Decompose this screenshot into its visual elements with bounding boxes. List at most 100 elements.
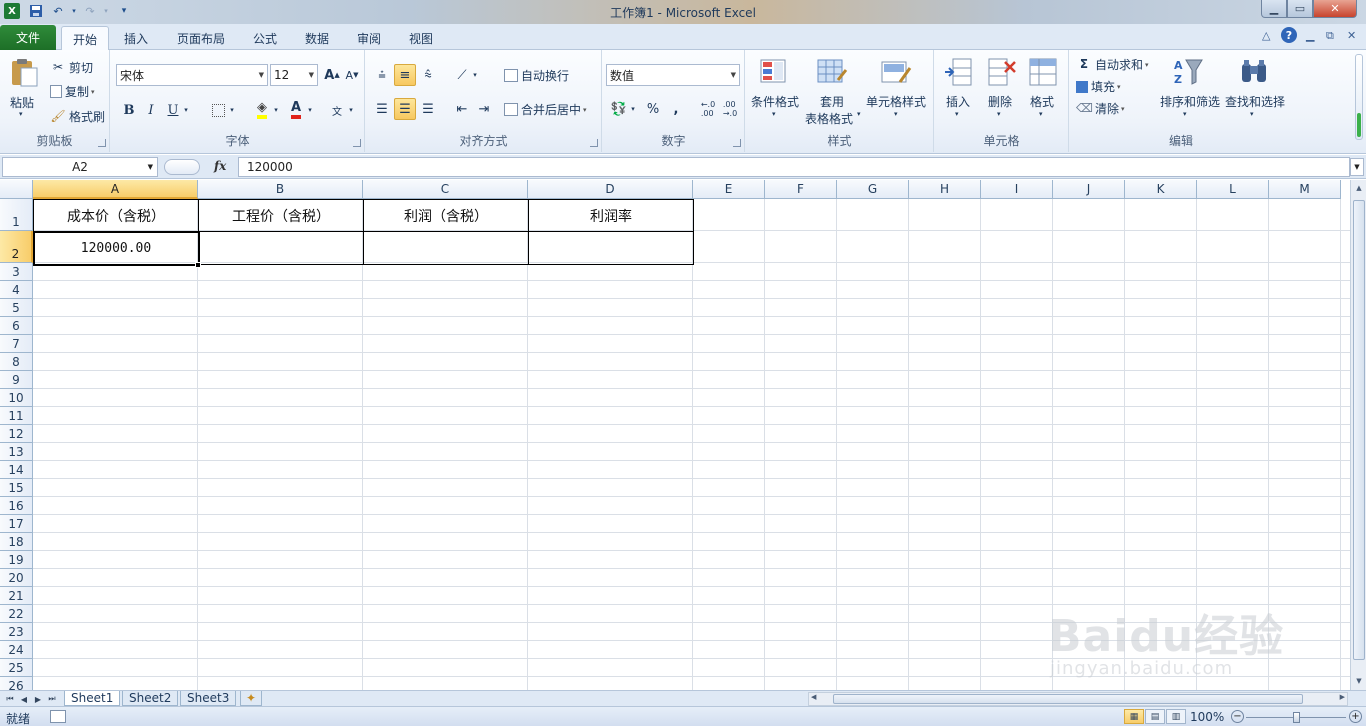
fill-button[interactable]: 填充 ▾ [1076,78,1121,95]
sheet-tab-sheet1[interactable]: Sheet1 [64,691,121,706]
tab-formulas[interactable]: 公式 [242,26,288,50]
font-color-dropdown-icon[interactable]: ▾ [305,99,315,121]
number-format-combo[interactable]: 数值 ▼ [606,64,740,86]
format-as-table-dropdown-icon[interactable]: ▾ [857,110,861,118]
column-header-K[interactable]: K [1125,180,1197,199]
row-header-10[interactable]: 10 [0,389,33,407]
conditional-format-dropdown-icon[interactable]: ▾ [772,110,776,118]
orientation-dropdown-icon[interactable]: ▾ [470,64,480,86]
accounting-dropdown-icon[interactable]: ▾ [628,98,638,120]
scroll-up-icon[interactable]: ▲ [1352,181,1366,195]
minimize-button[interactable]: ▁ [1261,0,1287,18]
row-header-16[interactable]: 16 [0,497,33,515]
cell-D1[interactable]: 利润率 [529,200,693,232]
cell-styles-dropdown-icon[interactable]: ▾ [894,110,898,118]
page-layout-view-icon[interactable]: ▤ [1145,709,1165,724]
cut-button[interactable]: ✂ 剪切 [50,59,93,76]
horizontal-scrollbar[interactable]: ◀ ▶ [808,692,1348,706]
grow-font-icon[interactable]: A ▲ [321,64,343,86]
paste-icon[interactable] [8,56,40,88]
format-button[interactable]: 格式 [1030,93,1054,110]
row-header-23[interactable]: 23 [0,623,33,641]
row-header-26[interactable]: 26 [0,677,33,690]
delete-cells-icon[interactable] [985,56,1017,88]
alignment-launcher-icon[interactable] [590,139,598,147]
name-box[interactable]: A2 ▼ [2,157,158,177]
decrease-indent-icon[interactable]: ⇤ [451,98,473,120]
window-restore-icon[interactable]: ⧉ [1326,29,1334,43]
scroll-left-icon[interactable]: ◀ [811,693,816,701]
percent-style-button[interactable]: % [642,98,664,120]
row-header-9[interactable]: 9 [0,371,33,389]
row-header-24[interactable]: 24 [0,641,33,659]
comma-style-button[interactable]: , [665,98,687,120]
column-header-I[interactable]: I [981,180,1053,199]
column-header-J[interactable]: J [1053,180,1125,199]
tab-page-layout[interactable]: 页面布局 [166,26,236,50]
insert-button[interactable]: 插入 [946,93,970,110]
delete-dropdown-icon[interactable]: ▾ [997,110,1001,118]
phonetic-dropdown-icon[interactable]: ▾ [346,99,356,121]
page-break-view-icon[interactable]: ▥ [1166,709,1186,724]
column-header-C[interactable]: C [363,180,528,199]
sort-filter-dropdown-icon[interactable]: ▾ [1183,110,1187,118]
column-header-L[interactable]: L [1197,180,1269,199]
column-header-B[interactable]: B [198,180,363,199]
insert-cells-icon[interactable] [943,56,975,88]
insert-dropdown-icon[interactable]: ▾ [955,110,959,118]
column-header-M[interactable]: M [1269,180,1341,199]
format-painter-button[interactable]: 🖌 格式刷 [50,108,105,125]
row-header-11[interactable]: 11 [0,407,33,425]
row-header-5[interactable]: 5 [0,299,33,317]
format-cells-icon[interactable] [1027,56,1059,88]
accounting-format-icon[interactable]: 💱 [608,98,630,120]
format-as-table-button[interactable]: 套用 [820,93,844,110]
row-header-13[interactable]: 13 [0,443,33,461]
sort-filter-button[interactable]: 排序和筛选 [1160,93,1220,110]
normal-view-icon[interactable]: ▦ [1124,709,1144,724]
insert-sheet-icon[interactable]: ✦ [240,691,263,706]
sheet-tab-sheet2[interactable]: Sheet2 [122,691,179,706]
tab-data[interactable]: 数据 [294,26,340,50]
help-icon[interactable]: ? [1281,27,1297,43]
increase-decimal-icon[interactable]: ←.0.00 [697,98,719,120]
align-center-icon[interactable]: ☰ [394,98,416,120]
row-header-19[interactable]: 19 [0,551,33,569]
row-header-20[interactable]: 20 [0,569,33,587]
paste-button[interactable]: 粘贴 [10,94,34,111]
row-header-4[interactable]: 4 [0,281,33,299]
fill-color-icon[interactable]: ◈ [251,99,273,121]
first-sheet-icon[interactable]: ⏮ [4,692,16,706]
row-header-15[interactable]: 15 [0,479,33,497]
cell-A2[interactable]: 120000.00 [34,232,198,264]
insert-function-icon[interactable]: fx [214,159,226,173]
formula-splitter[interactable] [164,159,200,175]
align-right-icon[interactable]: ☰ [417,98,439,120]
binoculars-icon[interactable] [1238,56,1270,88]
conditional-format-icon[interactable] [759,56,791,88]
expand-formula-bar-icon[interactable]: ▼ [1350,158,1364,176]
clipboard-launcher-icon[interactable] [98,139,106,147]
fill-color-dropdown-icon[interactable]: ▾ [271,99,281,121]
align-bottom-icon[interactable]: ⩯ [417,64,439,86]
paste-dropdown-icon[interactable]: ▾ [19,110,23,118]
row-header-6[interactable]: 6 [0,317,33,335]
window-close-icon[interactable]: ✕ [1347,29,1356,42]
copy-button[interactable]: 复制 ▾ [50,83,95,100]
delete-button[interactable]: 删除 [988,93,1012,110]
row-header-22[interactable]: 22 [0,605,33,623]
decrease-decimal-icon[interactable]: .00 →.0 [719,98,741,120]
maximize-button[interactable]: ▭ [1287,0,1313,18]
underline-dropdown-icon[interactable]: ▾ [181,99,191,121]
number-launcher-icon[interactable] [733,139,741,147]
autosum-button[interactable]: Σ 自动求和 ▾ [1076,56,1149,73]
worksheet-grid[interactable]: ABCDEFGHIJKLM 1 2 3 4 5 6 7 8 9 10 11 12 13 14 15 16 17 1… [0,180,1350,690]
wrap-text-button[interactable]: 自动换行 [504,67,569,84]
horizontal-scroll-thumb[interactable] [833,694,1303,704]
format-as-table-label[interactable]: 表格格式 [805,110,853,127]
tab-review[interactable]: 审阅 [346,26,392,50]
find-select-button[interactable]: 查找和选择 [1225,93,1285,110]
align-middle-icon[interactable]: ≡ [394,64,416,86]
tab-insert[interactable]: 插入 [113,26,159,50]
phonetic-icon[interactable]: 文 [326,99,348,121]
